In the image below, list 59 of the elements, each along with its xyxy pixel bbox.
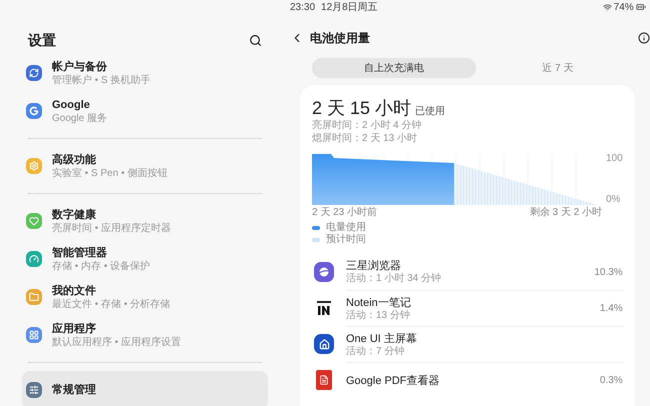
item-subtitle: 实验室 • S Pen • 侧面按钮 xyxy=(52,166,168,180)
note-logo-icon xyxy=(314,298,334,318)
battery-percent: 74% xyxy=(614,0,634,14)
item-subtitle: 最近文件 • 存储 • 分析存储 xyxy=(52,298,170,310)
app-name: Google PDF查看器 xyxy=(346,374,441,388)
item-subtitle: Google 服务 xyxy=(52,112,108,124)
axis-label: 2 天 23 小时前 xyxy=(312,207,378,219)
axis-label: 剩余 3 天 2 小时 xyxy=(530,207,602,219)
tab[interactable]: 自上次充满电 xyxy=(312,58,476,78)
usage-percent: 0.3% xyxy=(600,374,623,388)
planet-icon xyxy=(314,262,334,282)
usage-suffix: 已使用 xyxy=(415,105,446,119)
item-title: 帐户与备份 xyxy=(52,60,108,74)
settings-item[interactable]: 我的文件 最近文件 • 存储 • 分析存储 xyxy=(22,278,268,316)
app-name: Notein一笔记 xyxy=(346,296,412,310)
usage-duration: 2 天 15 小时 xyxy=(312,97,412,119)
item-title: Google xyxy=(52,98,91,112)
settings-item[interactable]: 数字健康 亮屏时间 • 应用程序定时器 xyxy=(22,202,268,240)
status-time: 23:30 xyxy=(290,0,316,14)
item-title: 常规管理 xyxy=(52,383,96,397)
app-name: 三星浏览器 xyxy=(346,259,402,272)
app-activity: 活动：7 分钟 xyxy=(346,346,406,358)
settings-title: 设置 xyxy=(28,30,56,50)
settings-item[interactable]: 高级功能 实验室 • S Pen • 侧面按钮 xyxy=(22,147,268,185)
home-icon xyxy=(314,334,334,354)
settings-item[interactable]: 智能管理器 存储 • 内存 • 设备保护 xyxy=(22,240,268,278)
usage-percent: 10.3% xyxy=(594,266,623,280)
item-title: 数字健康 xyxy=(52,208,97,222)
item-subtitle: 存储 • 内存 • 设备保护 xyxy=(52,260,150,272)
legend-swatch-light xyxy=(312,238,320,242)
item-title: 我的文件 xyxy=(52,284,97,298)
search-icon[interactable] xyxy=(249,34,262,46)
settings-item[interactable]: 应用程序 默认应用程序 • 应用程序设置 xyxy=(22,316,268,354)
app-activity: 活动：13 分钟 xyxy=(346,310,411,322)
battery-icon xyxy=(636,2,646,12)
screen-on-time: 亮屏时间：2 小时 4 分钟 xyxy=(312,119,422,132)
item-title: 应用程序 xyxy=(52,322,97,336)
app-name: One UI 主屏幕 xyxy=(346,332,418,346)
page-title: 电池使用量 xyxy=(310,30,370,47)
settings-item[interactable]: Google Google 服务 xyxy=(22,92,268,130)
legend-swatch xyxy=(312,226,320,230)
settings-item[interactable]: 帐户与备份 管理帐户 • S 换机助手 xyxy=(22,54,268,92)
axis-label: 0% xyxy=(606,194,622,205)
info-icon[interactable] xyxy=(638,32,650,44)
status-date: 12月8日周五 xyxy=(321,0,378,14)
app-activity: 活动：1 小时 34 分钟 xyxy=(346,273,442,285)
legend-label: 预计时间 xyxy=(326,234,366,246)
item-subtitle: 默认应用程序 • 应用程序设置 xyxy=(52,336,182,348)
wifi-icon xyxy=(602,2,612,12)
axis-label: 100 xyxy=(606,153,623,164)
usage-percent: 1.4% xyxy=(600,302,623,316)
document-icon xyxy=(316,370,332,390)
item-subtitle: 亮屏时间 • 应用程序定时器 xyxy=(52,222,172,234)
item-title: 智能管理器 xyxy=(52,246,108,260)
item-title: 高级功能 xyxy=(52,152,97,166)
legend-label: 电量使用 xyxy=(326,222,366,234)
settings-item[interactable]: 常规管理 xyxy=(22,371,268,406)
screen-off-time: 熄屏时间：2 天 13 小时 xyxy=(312,132,418,145)
item-subtitle: 管理帐户 • S 换机助手 xyxy=(52,74,151,86)
